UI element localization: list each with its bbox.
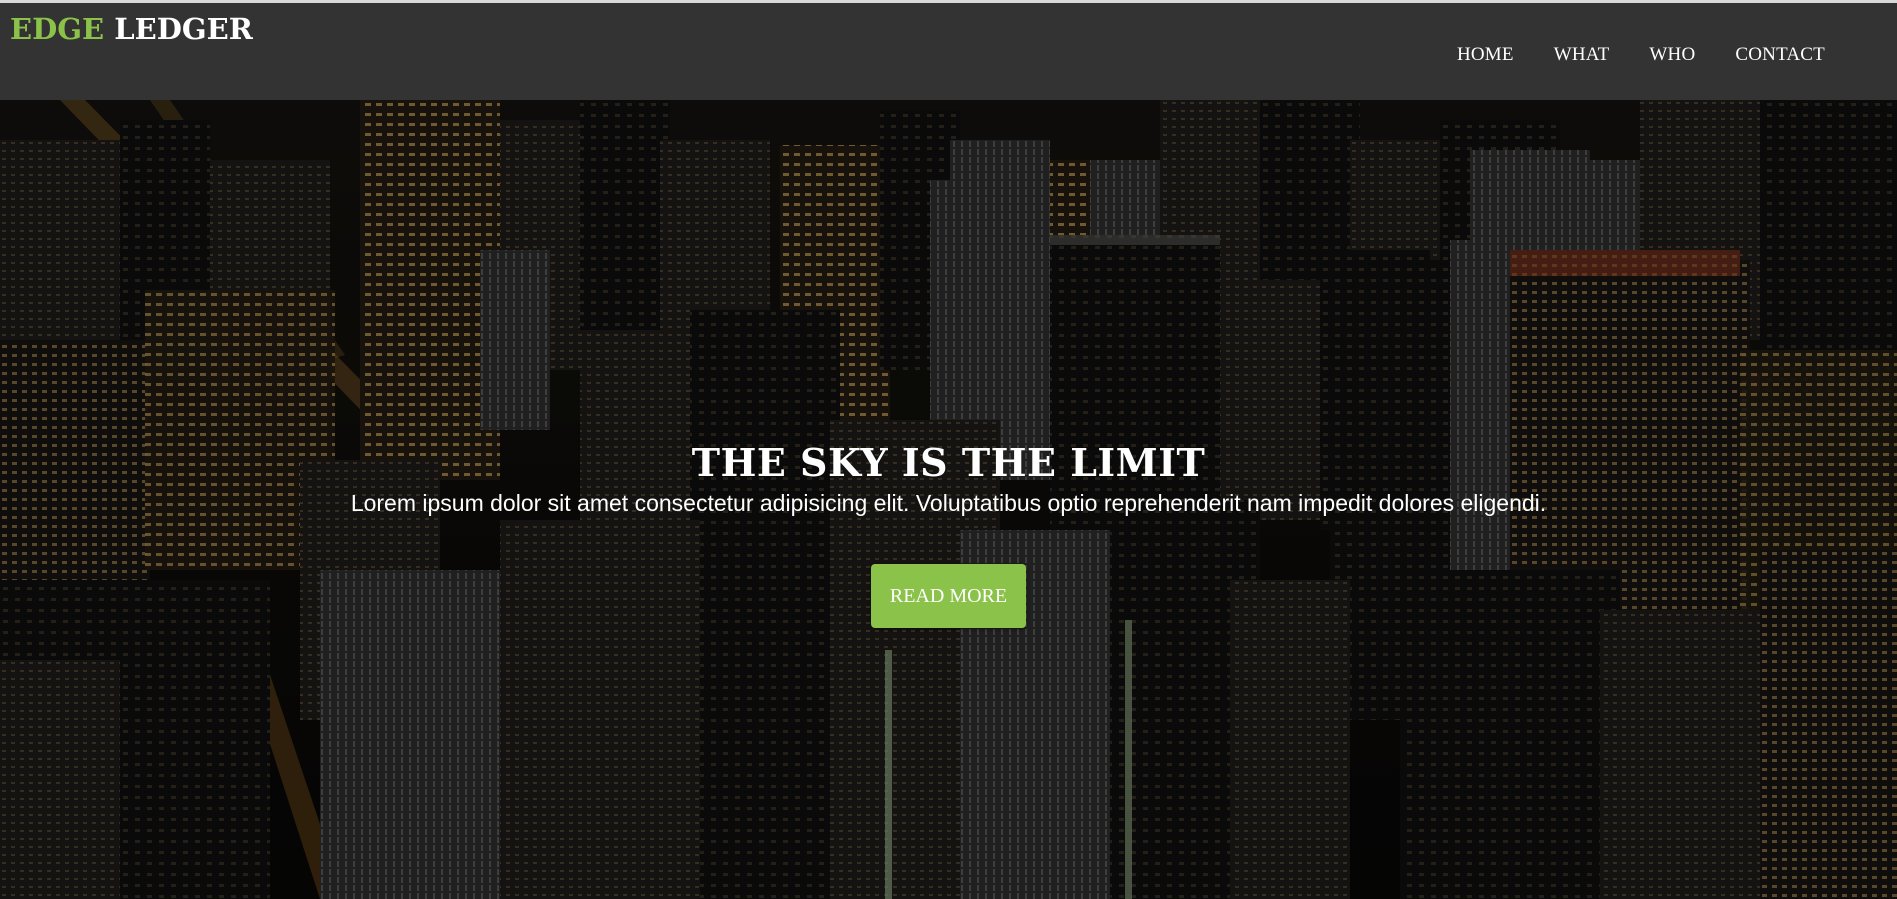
hero-subtitle: Lorem ipsum dolor sit amet consectetur a… (350, 490, 1547, 516)
hero-content: THE SKY IS THE LIMIT Lorem ipsum dolor s… (0, 440, 1897, 628)
nav-item-who: WHO (1629, 41, 1715, 69)
brand-accent-word: EDGE (10, 12, 105, 46)
nav-item-what: WHAT (1534, 41, 1630, 69)
nav-list: HOME WHAT WHO CONTACT (1437, 41, 1845, 69)
nav-item-home: HOME (1437, 41, 1534, 69)
nav-link-who[interactable]: WHO (1629, 41, 1715, 69)
nav-item-contact: CONTACT (1715, 41, 1845, 69)
brand-logo[interactable]: EDGE LEDGER (10, 9, 253, 49)
navbar: EDGE LEDGER HOME WHAT WHO CONTACT (0, 3, 1897, 100)
read-more-button[interactable]: READ MORE (871, 564, 1026, 628)
nav-link-contact[interactable]: CONTACT (1715, 41, 1845, 69)
hero-section: THE SKY IS THE LIMIT Lorem ipsum dolor s… (0, 100, 1897, 899)
brand-rest-word: LEDGER (104, 12, 253, 46)
nav-link-home[interactable]: HOME (1437, 41, 1534, 69)
nav-link-what[interactable]: WHAT (1534, 41, 1630, 69)
hero-title: THE SKY IS THE LIMIT (691, 440, 1206, 485)
page: EDGE LEDGER HOME WHAT WHO CONTACT THE SK… (0, 0, 1897, 899)
